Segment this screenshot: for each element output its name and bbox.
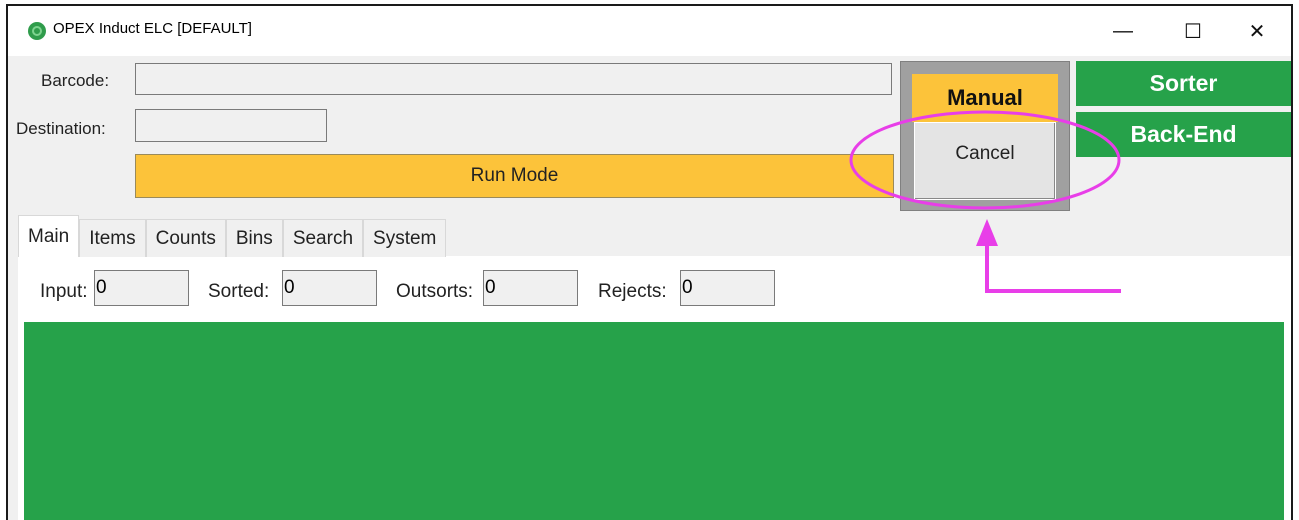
barcode-input[interactable] <box>135 63 892 95</box>
tab-search[interactable]: Search <box>282 219 364 257</box>
tab-strip: Main Items Counts Bins Search System <box>18 215 447 259</box>
opex-logo-icon <box>28 22 46 40</box>
rejects-count-label: Rejects: <box>598 281 667 302</box>
tab-items[interactable]: Items <box>79 219 146 257</box>
cancel-button[interactable]: Cancel <box>914 122 1056 200</box>
manual-panel: Manual Cancel <box>900 61 1070 211</box>
barcode-label: Barcode: <box>41 71 110 90</box>
sorter-button[interactable]: Sorter <box>1076 61 1291 106</box>
close-icon: ✕ <box>1248 20 1266 43</box>
cancel-label: Cancel <box>955 143 1015 164</box>
sorted-count-label: Sorted: <box>208 281 270 302</box>
manual-mode-indicator: Manual <box>912 74 1058 122</box>
app-window: OPEX Induct ELC [DEFAULT] — ☐ ✕ Barcode:… <box>6 4 1293 520</box>
input-count-label: Input: <box>40 281 88 302</box>
run-mode-button[interactable]: Run Mode <box>135 154 894 198</box>
tab-bins[interactable]: Bins <box>225 219 283 257</box>
manual-label: Manual <box>947 85 1023 110</box>
destination-label: Destination: <box>16 119 106 138</box>
destination-input[interactable] <box>135 109 327 142</box>
window-title: OPEX Induct ELC [DEFAULT] <box>53 20 252 37</box>
input-count-field: 0 <box>94 270 189 306</box>
title-bar: OPEX Induct ELC [DEFAULT] — ☐ ✕ <box>8 6 1291 56</box>
close-button[interactable]: ✕ <box>1222 6 1291 56</box>
status-display-panel <box>24 322 1284 520</box>
outsorts-count-field: 0 <box>483 270 578 306</box>
minimize-button[interactable]: — <box>1088 6 1158 56</box>
minimize-icon: — <box>1113 19 1133 42</box>
outsorts-count-label: Outsorts: <box>396 281 474 302</box>
sorted-count-field: 0 <box>282 270 377 306</box>
rejects-count-field: 0 <box>680 270 775 306</box>
tab-counts[interactable]: Counts <box>145 219 226 257</box>
run-mode-label: Run Mode <box>470 165 559 186</box>
back-end-label: Back-End <box>1130 121 1237 147</box>
sorter-label: Sorter <box>1149 70 1218 96</box>
tab-main[interactable]: Main <box>18 215 80 257</box>
maximize-button[interactable]: ☐ <box>1158 6 1228 56</box>
back-end-button[interactable]: Back-End <box>1076 112 1291 157</box>
maximize-icon: ☐ <box>1184 20 1202 43</box>
tab-system[interactable]: System <box>363 219 447 257</box>
